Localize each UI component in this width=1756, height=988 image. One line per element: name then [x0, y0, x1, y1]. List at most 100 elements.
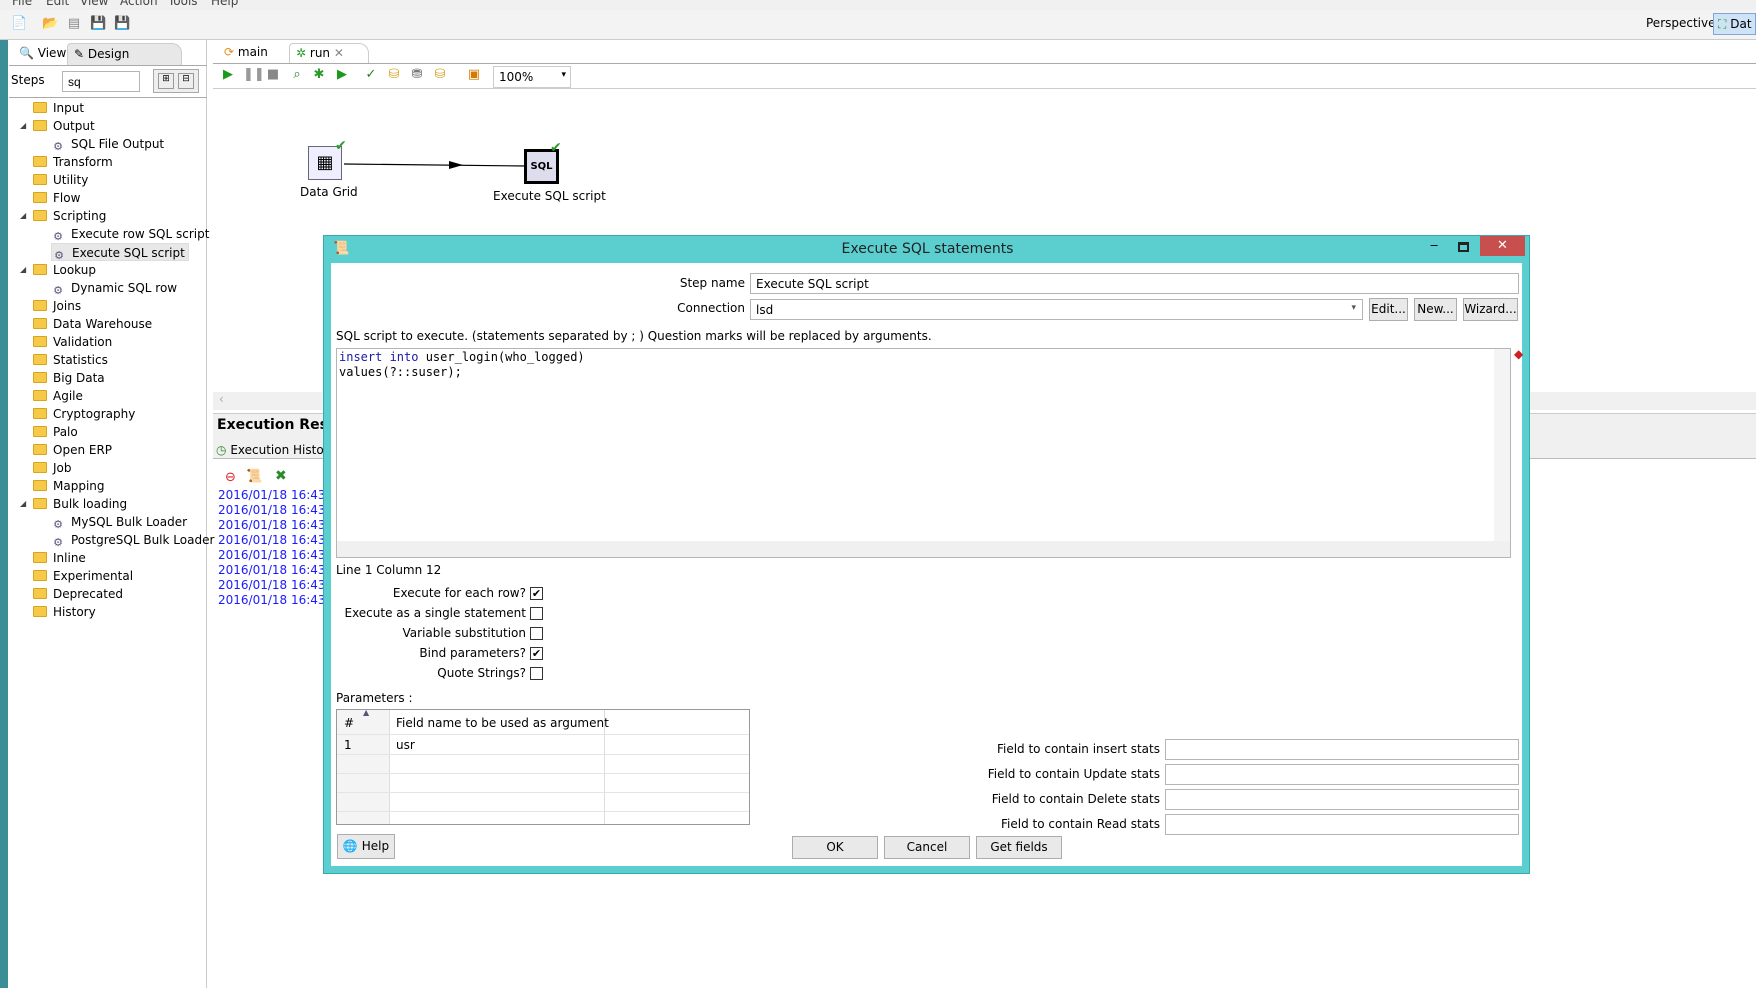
step-name-input[interactable]: Execute SQL script: [750, 273, 1519, 294]
expanded-triangle-icon[interactable]: ◢: [20, 261, 26, 279]
expanded-triangle-icon[interactable]: ◢: [20, 495, 26, 513]
ok-button[interactable]: OK: [792, 836, 878, 859]
tree-folder[interactable]: Flow: [33, 189, 80, 207]
cancel-button[interactable]: Cancel: [884, 836, 970, 859]
save-as-icon[interactable]: 💾: [114, 16, 130, 32]
expanded-triangle-icon[interactable]: ◢: [20, 207, 26, 225]
scroll-left-icon[interactable]: ‹: [213, 392, 224, 406]
tree-folder[interactable]: ◢ Output: [20, 117, 95, 135]
tree-step[interactable]: ⚙ Execute SQL script: [51, 243, 189, 262]
tree-folder[interactable]: Joins: [33, 297, 81, 315]
tree-folder[interactable]: Input: [33, 99, 84, 117]
expand-all-icon[interactable]: ⊞: [158, 73, 174, 89]
history-entry[interactable]: 2016/01/18 16:43:53: [218, 563, 323, 577]
option-checkbox[interactable]: ✔: [530, 647, 543, 660]
new-file-icon[interactable]: 📄: [11, 16, 27, 32]
help-button[interactable]: 🌐 Help: [337, 834, 395, 859]
history-entry[interactable]: 2016/01/18 16:43:53: [218, 578, 323, 592]
close-button[interactable]: ✕: [1480, 236, 1525, 256]
tree-folder[interactable]: Inline: [33, 549, 86, 567]
history-entry[interactable]: 2016/01/18 16:43:53: [218, 518, 323, 532]
menu-edit[interactable]: Edit: [46, 0, 69, 8]
new-connection-button[interactable]: New...: [1414, 298, 1457, 321]
tab-execution-history[interactable]: ◷ Execution Histo: [216, 443, 324, 457]
tree-item-label: Input: [53, 101, 85, 115]
tree-folder[interactable]: History: [33, 603, 96, 621]
save-icon[interactable]: 💾: [90, 16, 106, 32]
get-fields-button[interactable]: Get fields: [976, 836, 1062, 859]
stats-field-input[interactable]: [1165, 764, 1519, 785]
tree-step[interactable]: ⚙ SQL File Output: [51, 135, 164, 153]
tree-folder[interactable]: Open ERP: [33, 441, 112, 459]
expanded-triangle-icon[interactable]: ◢: [20, 117, 26, 135]
option-checkbox[interactable]: ✔: [530, 587, 543, 600]
column-header-field-name[interactable]: Field name to be used as argument: [396, 716, 609, 730]
collapse-all-icon[interactable]: ⊟: [178, 73, 194, 89]
sql-editor[interactable]: insert into user_login(who_logged) values…: [336, 348, 1511, 558]
history-entry[interactable]: 2016/01/18 16:43:53: [218, 548, 323, 562]
tree-folder[interactable]: Mapping: [33, 477, 105, 495]
stats-field-input[interactable]: [1165, 814, 1519, 835]
steps-search-input[interactable]: [62, 71, 140, 92]
tree-folder[interactable]: Statistics: [33, 351, 108, 369]
tree-folder[interactable]: ◢ Bulk loading: [20, 495, 128, 513]
tree-folder[interactable]: Big Data: [33, 369, 105, 387]
menu-action[interactable]: Action: [120, 0, 158, 8]
maximize-button[interactable]: [1458, 242, 1469, 252]
history-entry[interactable]: 2016/01/18 16:43:53: [218, 503, 323, 517]
minimize-button[interactable]: ‒: [1430, 238, 1438, 253]
delete-icon[interactable]: ⊖: [225, 470, 236, 485]
tab-view[interactable]: 🔍 View: [13, 43, 72, 65]
folder-icon: [33, 444, 47, 455]
tree-folder[interactable]: ◢ Lookup: [20, 261, 96, 279]
option-checkbox[interactable]: [530, 607, 543, 620]
tree-folder[interactable]: Experimental: [33, 567, 133, 585]
option-label: Variable substitution: [402, 626, 526, 640]
tree-folder[interactable]: Utility: [33, 171, 88, 189]
connection-select[interactable]: lsd ▾: [750, 299, 1363, 320]
tree-folder[interactable]: Agile: [33, 387, 83, 405]
wizard-button[interactable]: Wizard...: [1463, 298, 1518, 321]
variable-icon[interactable]: ◆: [1514, 347, 1523, 361]
folder-icon: [33, 102, 47, 113]
history-entry[interactable]: 2016/01/18 16:43:53: [218, 533, 323, 547]
step-icon: ⚙: [53, 230, 63, 243]
edit-connection-button[interactable]: Edit...: [1369, 298, 1408, 321]
tree-step[interactable]: ⚙ PostgreSQL Bulk Loader: [51, 531, 214, 549]
tree-item-label: Bulk loading: [53, 497, 128, 511]
tree-folder[interactable]: ◢ Scripting: [20, 207, 106, 225]
tree-step[interactable]: ⚙ Execute row SQL script: [51, 225, 209, 243]
editor-horizontal-scrollbar[interactable]: [337, 541, 1510, 557]
option-checkbox[interactable]: [530, 667, 543, 680]
tree-folder[interactable]: Deprecated: [33, 585, 123, 603]
log-icon[interactable]: 📜: [246, 469, 262, 484]
tree-folder[interactable]: Data Warehouse: [33, 315, 152, 333]
history-entry[interactable]: 2016/01/18 16:43:53: [218, 593, 323, 607]
tree-folder[interactable]: Validation: [33, 333, 112, 351]
column-header-number[interactable]: #: [344, 716, 354, 730]
menu-view[interactable]: View: [80, 0, 108, 8]
sql-line-2: values(?::suser);: [339, 365, 462, 379]
tree-item-label: PostgreSQL Bulk Loader: [71, 533, 215, 547]
tree-folder[interactable]: Palo: [33, 423, 78, 441]
tree-folder[interactable]: Job: [33, 459, 72, 477]
tools-icon[interactable]: ✖: [275, 468, 287, 484]
tab-design-label: Design: [87, 47, 130, 61]
stats-field-input[interactable]: [1165, 789, 1519, 810]
open-folder-icon[interactable]: 📂: [42, 16, 58, 32]
history-entry[interactable]: 2016/01/18 16:43:53: [218, 488, 323, 502]
menu-tools[interactable]: Tools: [168, 0, 198, 8]
vertical-scrollbar[interactable]: [1494, 349, 1510, 541]
tree-step[interactable]: ⚙ Dynamic SQL row: [51, 279, 177, 297]
tab-design[interactable]: ✎ Design: [67, 43, 182, 65]
perspective-button[interactable]: ⛶ Dat: [1713, 13, 1756, 35]
explore-icon[interactable]: ▤: [66, 16, 82, 32]
menu-help[interactable]: Help: [211, 0, 238, 8]
menu-file[interactable]: File: [12, 0, 32, 8]
tree-folder[interactable]: Transform: [33, 153, 113, 171]
stats-field-input[interactable]: [1165, 739, 1519, 760]
tree-folder[interactable]: Cryptography: [33, 405, 135, 423]
option-checkbox[interactable]: [530, 627, 543, 640]
tree-step[interactable]: ⚙ MySQL Bulk Loader: [51, 513, 187, 531]
param-row-field[interactable]: usr: [396, 738, 415, 752]
